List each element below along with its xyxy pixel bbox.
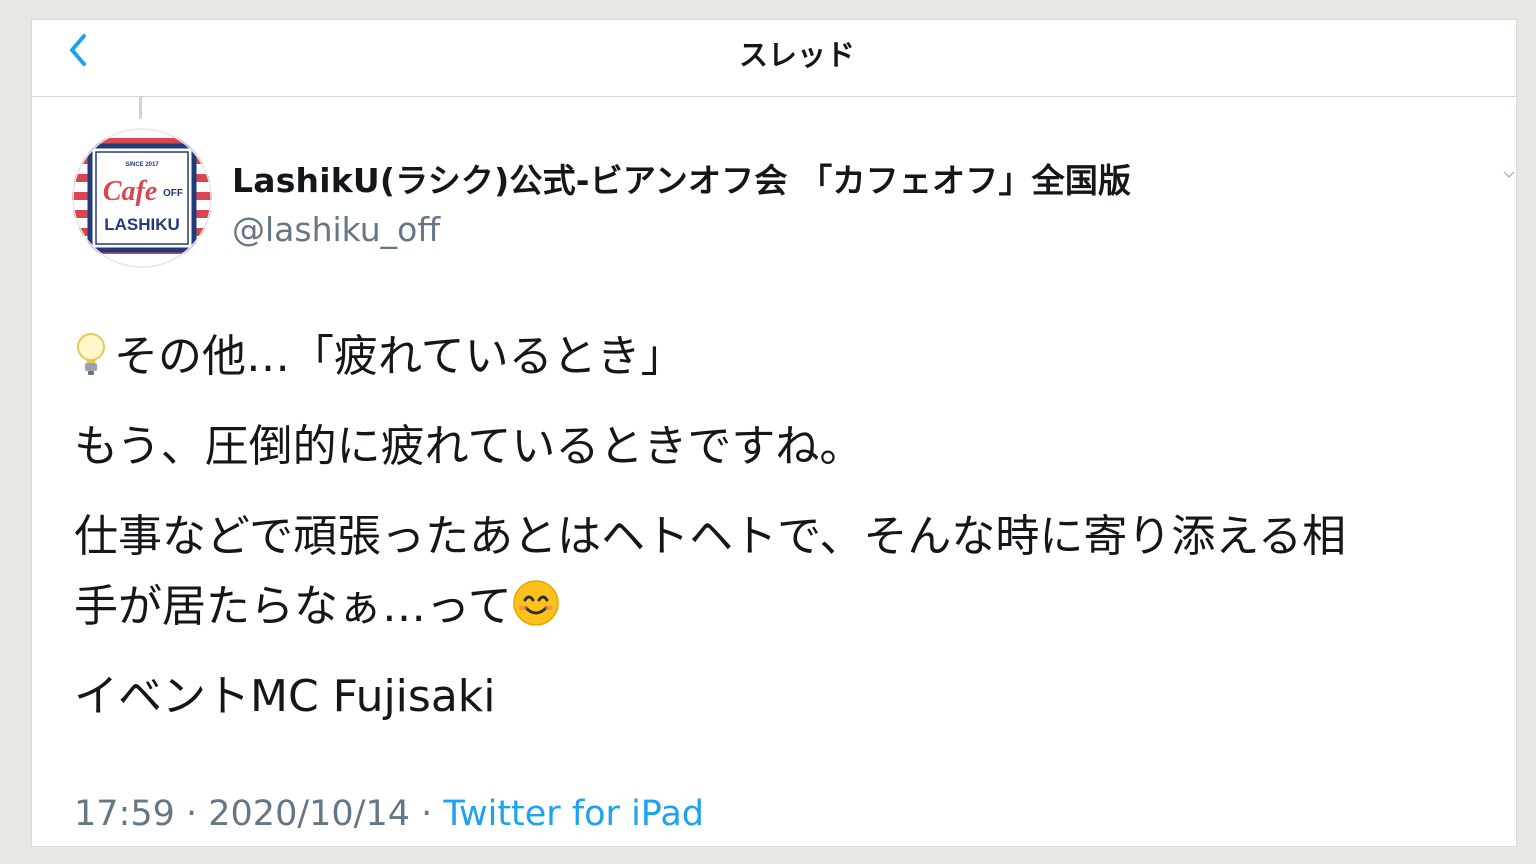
author-display-name[interactable]: LashikU(ラシク)公式-ビアンオフ会 「カフェオフ」全国版 (232, 154, 1131, 202)
avatar-off-text: OFF (163, 188, 183, 199)
top-bar: スレッド (32, 20, 1516, 97)
tweet-paragraph: その他…「疲れているとき」 (74, 322, 1494, 392)
tweet-paragraph: もう、圧倒的に疲れているときですね。 (74, 412, 1494, 482)
avatar-brand-text: LASHIKU (104, 215, 180, 234)
smiling-face-icon (513, 580, 559, 626)
tweet-paragraph: 仕事などで頑張ったあとはヘトヘトで、そんな時に寄り添える相 手が居たらなぁ…って (74, 502, 1494, 642)
tweet-meta: 17:59 · 2020/10/14 · Twitter for iPad (74, 794, 704, 834)
tweet-line-4: イベントMC Fujisaki (74, 671, 496, 722)
tweet-source-link[interactable]: Twitter for iPad (443, 794, 704, 834)
meta-separator: · (410, 794, 444, 834)
author-block: LashikU(ラシク)公式-ビアンオフ会 「カフェオフ」全国版 @lashik… (232, 154, 1131, 249)
avatar-cafe-text: Cafe (103, 176, 157, 207)
tweet-date[interactable]: 2020/10/14 (208, 794, 410, 834)
avatar-since-text: SINCE 2017 (125, 162, 159, 168)
tweet-line-2: もう、圧倒的に疲れているときですね。 (74, 421, 864, 472)
page-title: スレッド (738, 38, 855, 72)
thread-connector-line (139, 97, 142, 119)
tweet-time: 17:59 (74, 794, 175, 834)
tweet-line-1: その他…「疲れているとき」 (114, 331, 685, 382)
tweet-line-3b: 手が居たらなぁ…って (74, 581, 512, 632)
chevron-down-icon[interactable] (1502, 168, 1516, 182)
avatar[interactable]: SINCE 2017 Cafe OFF LASHIKU (72, 128, 212, 268)
author-handle[interactable]: @lashiku_off (232, 210, 1131, 249)
meta-separator: · (174, 794, 209, 834)
tweet-paragraph: イベントMC Fujisaki (74, 662, 1494, 732)
tweet-line-3a: 仕事などで頑張ったあとはヘトヘトで、そんな時に寄り添える相 (74, 511, 1347, 562)
tweet-detail-view: スレッド SINCE 2017 Cafe OFF LASHIKU LashikU… (32, 20, 1516, 846)
tweet-text: その他…「疲れているとき」 もう、圧倒的に疲れているときですね。 仕事などで頑張… (74, 322, 1494, 752)
light-bulb-icon (77, 333, 105, 375)
